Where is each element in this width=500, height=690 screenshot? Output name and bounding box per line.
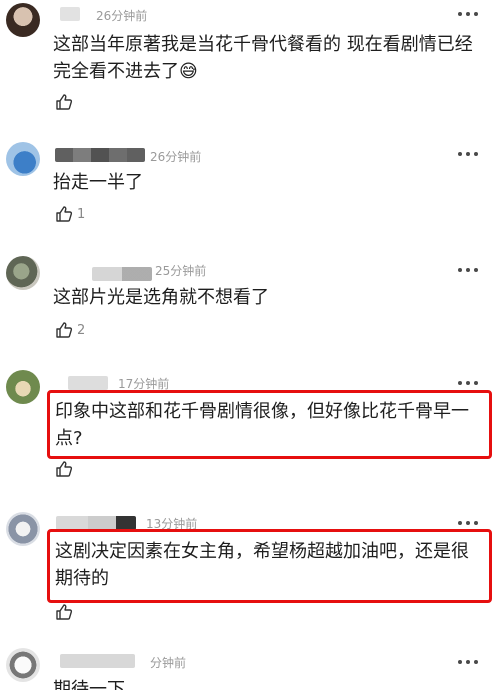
- username-blurred[interactable]: [68, 376, 108, 390]
- comment-text: 这部片光是选角就不想看了: [53, 287, 269, 308]
- comment-item: 26分钟前 这部当年原著我是当花千骨代餐看的 现在看剧情已经完全看不进去了😅: [0, 0, 500, 122]
- comment-time: 25分钟前: [155, 264, 207, 278]
- avatar[interactable]: [6, 512, 40, 546]
- comment-item: 13分钟前 这剧决定因素在女主角，希望杨超越加油吧，还是很期待的: [0, 504, 500, 640]
- more-dots-icon[interactable]: [458, 381, 478, 387]
- avatar[interactable]: [6, 142, 40, 176]
- avatar[interactable]: [6, 256, 40, 290]
- more-dots-icon[interactable]: [458, 12, 478, 18]
- like-count: 1: [77, 206, 86, 222]
- like-button[interactable]: [55, 459, 77, 479]
- username-blurred[interactable]: [60, 7, 80, 21]
- comment-time: 26分钟前: [150, 150, 202, 164]
- comment-item: 17分钟前 印象中这部和花千骨剧情很像，但好像比花千骨早一点?: [0, 354, 500, 504]
- more-dots-icon[interactable]: [458, 152, 478, 158]
- username-blurred[interactable]: [60, 654, 135, 668]
- comment-item: 分钟前 期待一下: [0, 640, 500, 690]
- comment-item: 25分钟前 这部片光是选角就不想看了 2: [0, 238, 500, 354]
- username-blurred[interactable]: [56, 516, 136, 530]
- more-dots-icon[interactable]: [458, 660, 478, 666]
- like-button[interactable]: [55, 602, 77, 622]
- like-button[interactable]: 2: [55, 320, 85, 340]
- thumbs-up-icon: [56, 206, 73, 222]
- avatar[interactable]: [6, 3, 40, 37]
- comment-time: 分钟前: [150, 656, 187, 670]
- comment-text: 抬走一半了: [53, 172, 143, 193]
- comment-text: 印象中这部和花千骨剧情很像，但好像比花千骨早一点?: [55, 401, 469, 449]
- avatar[interactable]: [6, 370, 40, 404]
- like-button[interactable]: 1: [55, 204, 85, 224]
- username-blurred[interactable]: [55, 148, 145, 162]
- username-blurred[interactable]: [92, 267, 152, 281]
- like-button[interactable]: [55, 92, 77, 112]
- comment-text: 这部当年原著我是当花千骨代餐看的 现在看剧情已经完全看不进去了😅: [53, 34, 473, 82]
- more-dots-icon[interactable]: [458, 268, 478, 274]
- like-count: 2: [77, 322, 86, 338]
- comment-item: 26分钟前 抬走一半了 1: [0, 122, 500, 238]
- more-dots-icon[interactable]: [458, 521, 478, 527]
- comment-text: 这剧决定因素在女主角，希望杨超越加油吧，还是很期待的: [55, 541, 469, 589]
- comment-text: 期待一下: [53, 679, 125, 690]
- thumbs-up-icon: [56, 94, 73, 110]
- avatar[interactable]: [6, 648, 40, 682]
- thumbs-up-icon: [56, 322, 73, 338]
- thumbs-up-icon: [56, 461, 73, 477]
- comment-time: 26分钟前: [96, 9, 148, 23]
- thumbs-up-icon: [56, 604, 73, 620]
